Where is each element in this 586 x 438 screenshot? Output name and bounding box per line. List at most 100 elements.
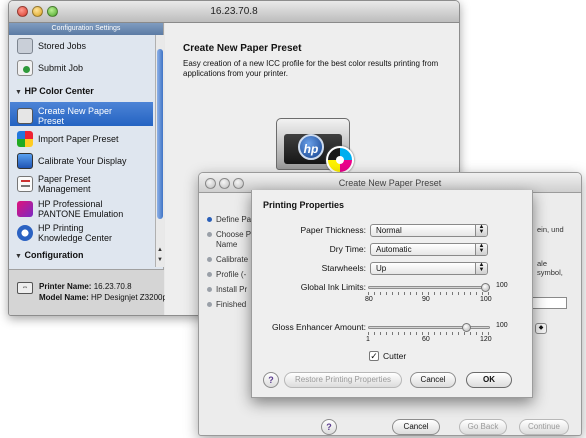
content-description: Easy creation of a new ICC profile for t… [183,59,439,78]
tick-label-mid: 90 [422,296,430,303]
printer-info-panel: ⇔ Printer Name: 16.23.70.8 Model Name: H… [9,269,178,315]
disclosure-triangle-icon: ▼ [15,253,22,260]
title-bar: 16.23.70.8 [9,1,459,23]
step-item-continued: Name [216,240,238,249]
slider-tick [458,332,459,335]
pantone-emulation-icon [17,201,33,217]
step-item: Install Pr [207,285,247,295]
sidebar-scrollbar[interactable]: ▲ ▼ [155,35,164,267]
assistant-cancel-button[interactable]: Cancel [392,419,440,435]
partial-text-field[interactable] [529,297,567,309]
sheet-cancel-button[interactable]: Cancel [410,372,456,388]
sidebar-item-knowledge-center[interactable]: HP Printing Knowledge Center [17,223,149,243]
sheet-title: Printing Properties [263,200,345,210]
slider-tick [488,332,489,335]
step-item: Finished [207,300,246,310]
tick-label-max: 120 [480,336,492,343]
slider-tick [470,332,471,335]
slider-tick [434,332,435,335]
calibrate-display-icon [17,153,33,169]
popup-arrows-icon: ▲ ▼ [475,224,487,236]
dry-time-popup[interactable]: Automatic ▲ ▼ [370,243,488,256]
step-item: Profile (- [207,270,246,280]
sidebar-item-label: Stored Jobs [38,41,87,51]
slider-tick [482,292,483,295]
slider-tick [416,332,417,335]
step-bullet-icon [207,287,212,293]
slider-tick [446,292,447,295]
paper-thickness-label: Paper Thickness: [300,225,366,235]
global-ink-limits-slider[interactable] [368,283,490,292]
sidebar-group-configuration[interactable]: ▼ Configuration [15,250,83,260]
ok-button[interactable]: OK [466,372,512,388]
slider-tick [398,292,399,295]
combo-arrows-icon[interactable]: ◆ [535,323,547,334]
slider-tick [386,292,387,295]
cutter-label: Cutter [383,351,407,361]
dry-time-label: Dry Time: [329,244,366,254]
sidebar-item-paper-preset-management[interactable]: Paper Preset Management [17,174,149,194]
slider-knob[interactable] [462,323,471,332]
slider-knob[interactable] [481,283,490,292]
steps-list: Define Pa Choose P Name Calibrate Profil… [199,193,257,373]
gloss-current-value: 100 [496,322,508,329]
slider-tick [374,332,375,335]
hp-logo-icon: hp [298,134,324,160]
slider-tick [392,332,393,335]
tick-label-max: 100 [480,296,492,303]
slider-tick [404,292,405,295]
slider-tick [452,292,453,295]
slider-tick [398,332,399,335]
printing-properties-sheet: Printing Properties Paper Thickness: Nor… [251,190,533,398]
slider-tick [464,292,465,295]
sidebar-item-submit-job[interactable]: Submit Job [17,60,149,76]
step-item: Define Pa [207,215,251,225]
content-title: Create New Paper Preset [183,43,302,54]
assistant-title: Create New Paper Preset [338,178,442,188]
starwheels-label: Starwheels: [321,263,366,273]
slider-tick [446,332,447,335]
partial-text: symbol, [537,268,563,277]
cutter-checkbox[interactable]: ✓ [369,351,379,361]
slider-tick [368,332,369,335]
paper-thickness-popup[interactable]: Normal ▲ ▼ [370,224,488,237]
slider-tick [452,332,453,335]
printer-name: Printer Name: 16.23.70.8 [39,282,132,291]
gloss-enhancer-slider[interactable] [368,323,490,332]
sidebar-item-create-new-paper-preset[interactable]: Create New Paper Preset [17,106,149,126]
sidebar-item-pantone-emulation[interactable]: HP Professional PANTONE Emulation [17,199,149,219]
model-name: Model Name: HP Designjet Z3200ps 2 [39,293,178,302]
step-bullet-icon [207,302,212,308]
scroll-down-arrow-icon[interactable]: ▼ [156,257,164,266]
assistant-help-button[interactable]: ? [321,419,337,435]
sheet-help-button[interactable]: ? [263,372,279,388]
import-paper-preset-icon [17,131,33,147]
slider-tick [488,292,489,295]
step-item: Choose P [207,230,251,240]
sidebar-item-label: Submit Job [38,63,84,73]
disclosure-triangle-icon: ▼ [15,89,22,96]
slider-tick [470,292,471,295]
paper-preset-management-icon [17,176,33,192]
restore-printing-properties-button[interactable]: Restore Printing Properties [284,372,402,388]
sidebar-group-hp-color-center[interactable]: ▼ HP Color Center [15,86,94,96]
global-ink-current-value: 100 [496,282,508,289]
tick-label-mid: 60 [422,336,430,343]
create-paper-preset-icon [17,108,33,124]
slider-tick [428,292,429,295]
starwheels-popup[interactable]: Up ▲ ▼ [370,262,488,275]
slider-tick [464,332,465,335]
scroll-up-arrow-icon[interactable]: ▲ [156,247,164,256]
go-back-button[interactable]: Go Back [459,419,507,435]
sidebar-item-stored-jobs[interactable]: Stored Jobs [17,38,149,54]
continue-button[interactable]: Continue [519,419,569,435]
partial-text: ein, und [537,225,564,234]
sidebar-item-calibrate-display[interactable]: Calibrate Your Display [17,153,149,169]
slider-tick [422,292,423,295]
sidebar-item-import-paper-preset[interactable]: Import Paper Preset [17,131,149,147]
sidebar: Configuration Settings Stored Jobs Submi… [9,23,164,269]
scrollbar-thumb[interactable] [157,49,163,219]
printer-graphic: hp [268,112,362,178]
tick-label-min: 1 [366,336,370,343]
sidebar-item-label: Calibrate Your Display [38,156,127,166]
